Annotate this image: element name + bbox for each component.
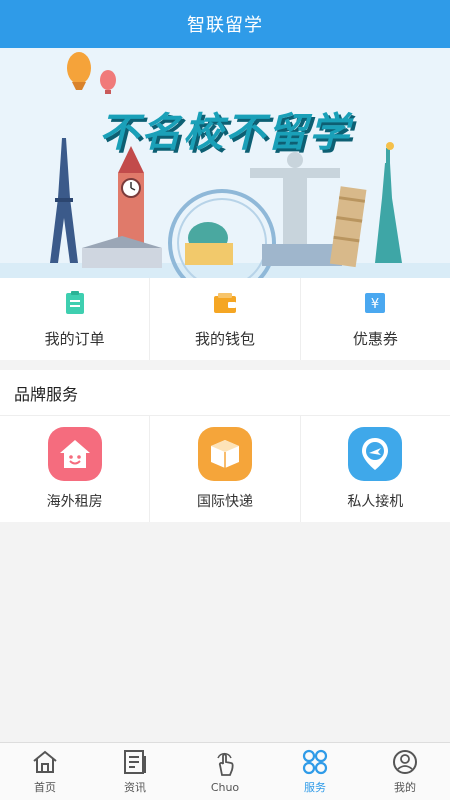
tab-label: Chuo bbox=[210, 780, 240, 794]
tab-news[interactable]: 资讯 bbox=[90, 743, 180, 800]
app-header: 智联留学 bbox=[0, 0, 450, 48]
tap-hand-icon bbox=[217, 752, 234, 776]
service-intl-express[interactable]: 国际快递 bbox=[150, 416, 301, 522]
quick-item-label: 优惠券 bbox=[352, 329, 398, 348]
quick-item-my-orders[interactable]: 我的订单 bbox=[0, 278, 151, 360]
service-private-pickup[interactable]: 私人接机 bbox=[301, 416, 450, 522]
news-icon bbox=[124, 750, 146, 774]
brand-services-grid: 海外租房 国际快递 私人接机 bbox=[0, 416, 450, 522]
promo-banner[interactable]: 不名校不留学 bbox=[0, 48, 450, 278]
tab-label: 我的 bbox=[394, 781, 416, 794]
quick-item-my-wallet[interactable]: 我的钱包 bbox=[150, 278, 301, 360]
clipboard-icon bbox=[65, 290, 84, 314]
tab-chuo[interactable]: Chuo bbox=[180, 743, 270, 800]
yen-coupon-icon: ¥ bbox=[365, 292, 386, 313]
house-smile-icon bbox=[47, 427, 102, 481]
service-label: 国际快递 bbox=[196, 494, 253, 510]
service-label: 私人接机 bbox=[347, 494, 404, 510]
tab-label: 资讯 bbox=[124, 781, 146, 794]
quick-item-coupons[interactable]: ¥ 优惠券 bbox=[301, 278, 450, 360]
quick-item-label: 我的订单 bbox=[44, 329, 105, 348]
plane-pin-icon bbox=[348, 427, 403, 481]
service-overseas-rental[interactable]: 海外租房 bbox=[0, 416, 151, 522]
tab-mine[interactable]: 我的 bbox=[360, 743, 450, 800]
page-title: 智联留学 bbox=[187, 15, 263, 36]
package-box-icon bbox=[197, 427, 252, 481]
quick-item-label: 我的钱包 bbox=[194, 329, 255, 348]
section-title: 品牌服务 bbox=[0, 370, 450, 416]
landmarks-illustration bbox=[0, 52, 450, 278]
profile-icon bbox=[393, 750, 417, 774]
service-label: 海外租房 bbox=[46, 494, 103, 510]
wallet-icon bbox=[213, 292, 236, 313]
quick-actions: 我的订单 我的钱包 ¥ 优惠券 bbox=[0, 278, 450, 360]
tab-services[interactable]: 服务 bbox=[270, 743, 360, 800]
tab-home[interactable]: 首页 bbox=[0, 743, 90, 800]
banner-slogan: 不名校不留学 bbox=[99, 110, 351, 156]
bottom-tab-bar: 首页 资讯 Chuo 服务 我的 bbox=[0, 742, 450, 800]
tab-label: 服务 bbox=[304, 781, 326, 794]
brand-services-section: 品牌服务 海外租房 国际快递 私人接机 bbox=[0, 370, 450, 522]
svg-text:¥: ¥ bbox=[371, 297, 379, 312]
home-icon bbox=[33, 750, 57, 773]
clover-grid-icon bbox=[302, 749, 328, 775]
tab-label: 首页 bbox=[34, 781, 56, 794]
